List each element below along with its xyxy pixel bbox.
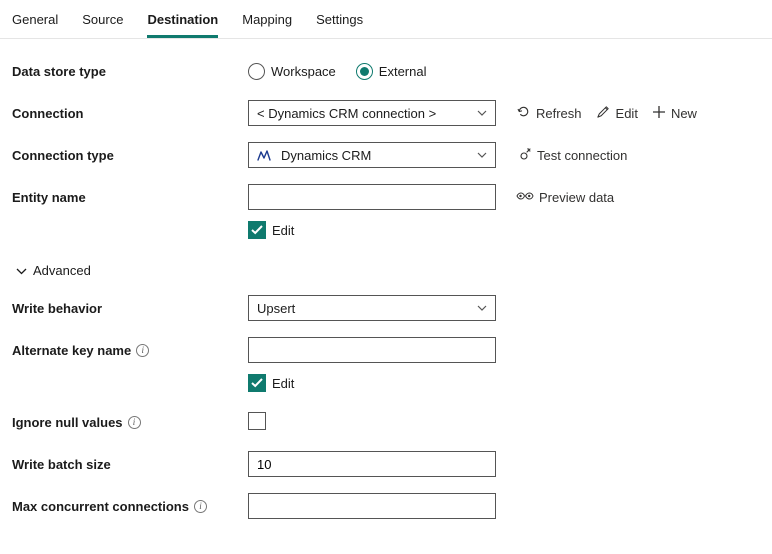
plus-icon — [652, 105, 666, 122]
test-connection-button[interactable]: Test connection — [516, 146, 627, 165]
info-icon[interactable]: i — [194, 500, 207, 513]
tabs-bar: General Source Destination Mapping Setti… — [0, 0, 772, 39]
tab-destination[interactable]: Destination — [147, 8, 218, 38]
refresh-button[interactable]: Refresh — [516, 104, 582, 122]
preview-data-icon — [516, 190, 534, 205]
label-write-behavior: Write behavior — [12, 301, 248, 316]
radio-external[interactable]: External — [356, 63, 427, 80]
label-ignore-null: Ignore null values i — [12, 415, 248, 430]
tab-mapping[interactable]: Mapping — [242, 8, 292, 38]
label-connection: Connection — [12, 106, 248, 121]
label-alternate-key: Alternate key name i — [12, 343, 248, 358]
label-connection-type: Connection type — [12, 148, 248, 163]
max-concurrent-input-wrapper — [248, 493, 496, 519]
connection-value: < Dynamics CRM connection > — [257, 106, 477, 121]
data-store-type-group: Workspace External — [248, 63, 427, 80]
alternate-key-edit-checkbox[interactable] — [248, 374, 266, 392]
chevron-down-icon — [16, 263, 27, 278]
alternate-key-input[interactable] — [257, 338, 487, 362]
alternate-key-edit-label: Edit — [272, 376, 294, 391]
tab-settings[interactable]: Settings — [316, 8, 363, 38]
test-connection-icon — [516, 146, 532, 165]
preview-data-button[interactable]: Preview data — [516, 190, 614, 205]
entity-name-edit-checkbox[interactable] — [248, 221, 266, 239]
info-icon[interactable]: i — [136, 344, 149, 357]
write-behavior-dropdown[interactable]: Upsert — [248, 295, 496, 321]
chevron-down-icon — [477, 107, 487, 119]
write-behavior-value: Upsert — [257, 301, 477, 316]
entity-name-input-wrapper — [248, 184, 496, 210]
entity-name-edit-label: Edit — [272, 223, 294, 238]
refresh-icon — [516, 104, 531, 122]
label-entity-name: Entity name — [12, 190, 248, 205]
radio-external-label: External — [379, 64, 427, 79]
info-icon[interactable]: i — [128, 416, 141, 429]
edit-connection-button[interactable]: Edit — [596, 104, 638, 122]
pencil-icon — [596, 104, 611, 122]
write-batch-input[interactable] — [257, 452, 487, 476]
write-batch-input-wrapper — [248, 451, 496, 477]
advanced-section-toggle[interactable]: Advanced — [16, 263, 91, 278]
label-data-store-type: Data store type — [12, 64, 248, 79]
new-connection-button[interactable]: New — [652, 105, 697, 122]
dynamics-crm-icon — [257, 149, 271, 161]
label-write-batch: Write batch size — [12, 457, 248, 472]
radio-workspace-label: Workspace — [271, 64, 336, 79]
alternate-key-input-wrapper — [248, 337, 496, 363]
entity-name-input[interactable] — [257, 185, 487, 209]
connection-type-value: Dynamics CRM — [281, 148, 477, 163]
radio-workspace[interactable]: Workspace — [248, 63, 336, 80]
tab-source[interactable]: Source — [82, 8, 123, 38]
chevron-down-icon — [477, 302, 487, 314]
connection-type-dropdown[interactable]: Dynamics CRM — [248, 142, 496, 168]
tab-general[interactable]: General — [12, 8, 58, 38]
chevron-down-icon — [477, 149, 487, 161]
ignore-null-checkbox[interactable] — [248, 412, 266, 430]
label-max-concurrent: Max concurrent connections i — [12, 499, 248, 514]
max-concurrent-input[interactable] — [257, 494, 487, 518]
form-body: Data store type Workspace External Conne… — [0, 39, 772, 554]
connection-dropdown[interactable]: < Dynamics CRM connection > — [248, 100, 496, 126]
